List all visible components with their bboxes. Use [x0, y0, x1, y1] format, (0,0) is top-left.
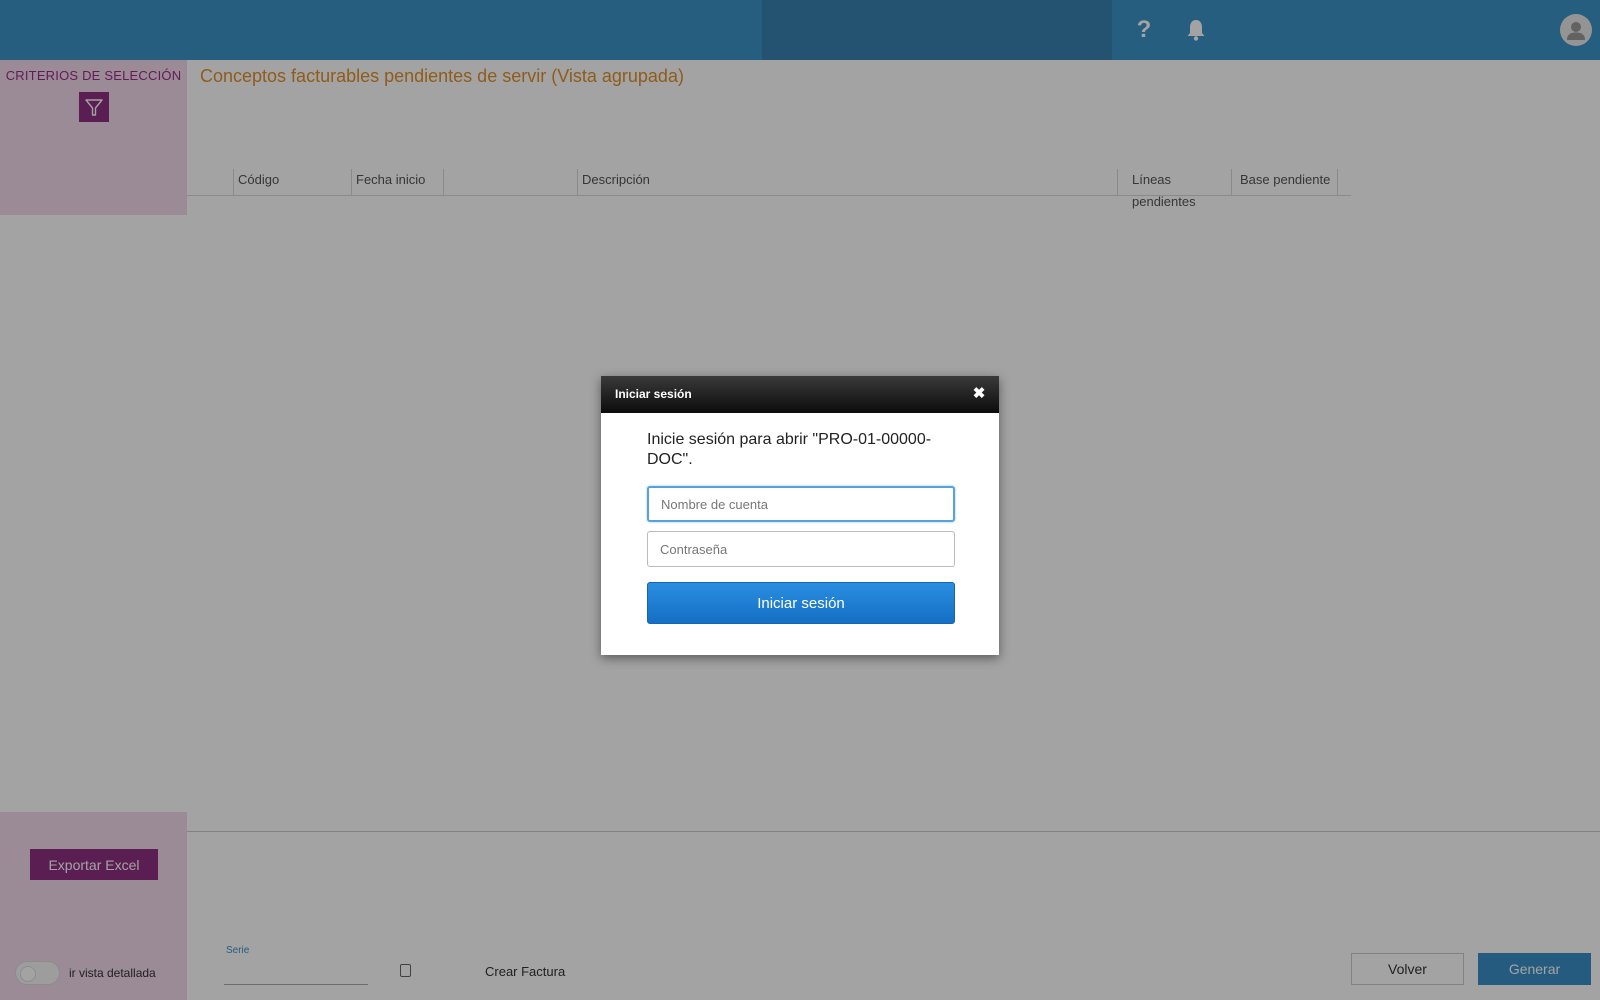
login-dialog: Iniciar sesión ✖ Inicie sesión para abri… [601, 376, 999, 655]
account-name-input[interactable] [647, 486, 955, 522]
login-submit-button[interactable]: Iniciar sesión [647, 582, 955, 624]
login-message: Inicie sesión para abrir "PRO-01-00000-D… [647, 431, 932, 468]
password-input[interactable] [647, 531, 955, 567]
dialog-title: Iniciar sesión [615, 387, 692, 401]
close-icon[interactable]: ✖ [971, 386, 987, 402]
dialog-header: Iniciar sesión ✖ [601, 376, 999, 413]
